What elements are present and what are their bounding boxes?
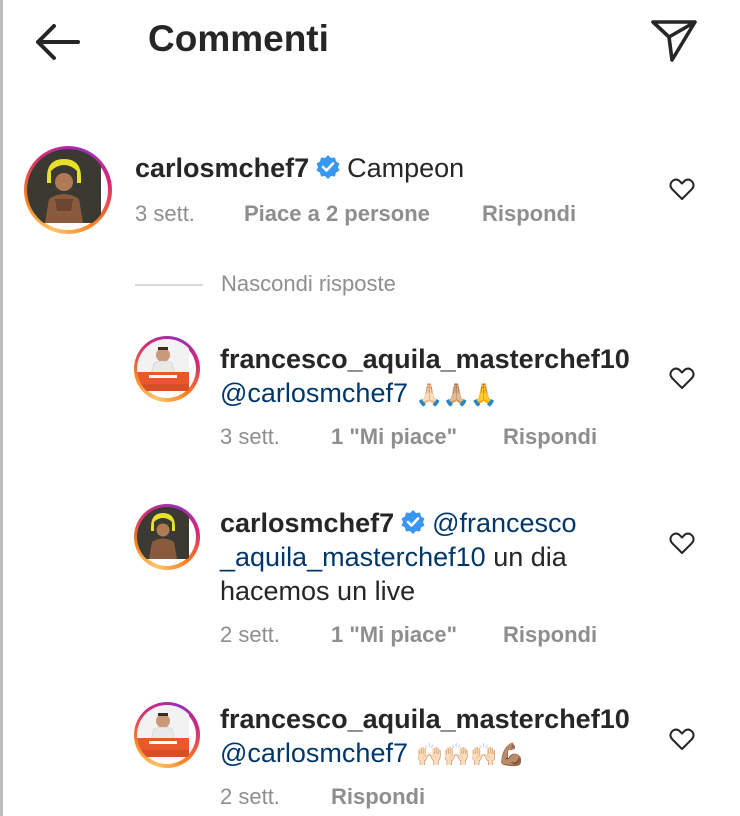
likes-count-link[interactable]: Piace a 2 persone	[244, 201, 430, 227]
mention-link-continued[interactable]: _aquila_masterchef10	[220, 542, 486, 572]
avatar-photo	[137, 705, 189, 757]
comment-meta: 3 sett. Piace a 2 persone Rispondi	[135, 201, 635, 231]
comment-username[interactable]: carlosmchef7	[135, 153, 309, 183]
comment-text: un dia	[485, 542, 567, 572]
likes-count-link[interactable]: 1 "Mi piace"	[331, 622, 457, 648]
reply-button[interactable]: Rispondi	[482, 201, 576, 227]
avatar-photo	[27, 149, 101, 223]
heart-icon[interactable]	[669, 531, 695, 555]
likes-count-link[interactable]: 1 "Mi piace"	[331, 424, 457, 450]
page-title: Commenti	[148, 18, 329, 59]
mention-link[interactable]: @carlosmchef7	[220, 378, 408, 408]
comment-emoji: 🙏🏻🙏🏼🙏	[415, 383, 498, 408]
reply-item: carlosmchef7 @francesco _aquila_masterch…	[0, 498, 740, 658]
arrow-left-icon	[36, 24, 80, 60]
avatar[interactable]	[134, 504, 200, 570]
mention-link[interactable]: @carlosmchef7	[220, 738, 408, 768]
comment-username[interactable]: francesco_aquila_masterchef10	[220, 704, 630, 734]
avatar-photo	[137, 507, 189, 559]
comment-time: 2 sett.	[220, 784, 280, 809]
comment-item: carlosmchef7 Campeon 3 sett. Piace a 2 p…	[0, 140, 740, 250]
reply-button[interactable]: Rispondi	[503, 622, 597, 648]
verified-badge-icon	[401, 510, 425, 534]
paper-plane-icon	[651, 20, 697, 62]
comment-emoji: 🙌🏻🙌🏻🙌🏻💪🏽	[415, 743, 526, 768]
hide-replies-button[interactable]: Nascondi risposte	[221, 271, 396, 297]
header: Commenti	[0, 0, 740, 84]
avatar[interactable]	[134, 336, 200, 402]
comment-text-line: hacemos un live	[220, 576, 416, 606]
heart-icon[interactable]	[669, 366, 695, 390]
comment-username[interactable]: francesco_aquila_masterchef10	[220, 344, 630, 374]
avatar[interactable]	[134, 702, 200, 768]
comment-time: 2 sett.	[220, 622, 280, 647]
verified-badge-icon	[316, 155, 340, 179]
comment-text: Campeon	[347, 153, 465, 183]
mention-link[interactable]: @francesco	[432, 508, 576, 538]
comment-meta: 2 sett. 1 "Mi piace" Rispondi	[220, 622, 640, 652]
comment-meta: 3 sett. 1 "Mi piace" Rispondi	[220, 424, 640, 454]
reply-item: francesco_aquila_masterchef10 @carlosmch…	[0, 330, 740, 460]
comment-meta: 2 sett. Rispondi	[220, 784, 640, 814]
comment-time: 3 sett.	[220, 424, 280, 449]
comment-username[interactable]: carlosmchef7	[220, 508, 394, 538]
reply-button[interactable]: Rispondi	[503, 424, 597, 450]
replies-divider	[135, 284, 203, 286]
heart-icon[interactable]	[669, 177, 695, 201]
heart-icon[interactable]	[669, 727, 695, 751]
share-button[interactable]	[648, 16, 700, 66]
avatar[interactable]	[24, 146, 112, 234]
reply-item: francesco_aquila_masterchef10 @carlosmch…	[0, 696, 740, 816]
comment-time: 3 sett.	[135, 201, 195, 226]
back-button[interactable]	[30, 20, 86, 64]
reply-button[interactable]: Rispondi	[331, 784, 425, 810]
avatar-photo	[137, 339, 189, 391]
